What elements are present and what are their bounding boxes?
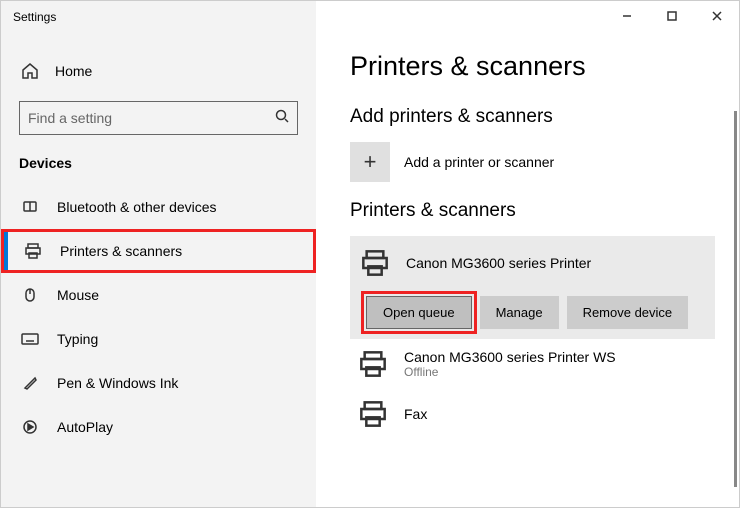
add-section-heading: Add printers & scanners xyxy=(350,106,715,128)
printer-item[interactable]: Fax xyxy=(350,389,715,439)
sidebar-item-bluetooth[interactable]: Bluetooth & other devices xyxy=(1,185,316,229)
printer-name: Canon MG3600 series Printer WS xyxy=(404,349,616,365)
sidebar-item-printers[interactable]: Printers & scanners xyxy=(1,229,316,273)
main-content: Printers & scanners Add printers & scann… xyxy=(316,1,739,507)
scrollbar[interactable] xyxy=(734,111,737,487)
sidebar: Home Devices Bluetooth & other devices P… xyxy=(1,1,316,507)
keyboard-icon xyxy=(21,330,39,348)
printer-icon xyxy=(358,246,392,280)
search-input[interactable] xyxy=(28,110,275,126)
sidebar-item-label: Mouse xyxy=(57,287,99,303)
sidebar-item-autoplay[interactable]: AutoPlay xyxy=(1,405,316,449)
sidebar-item-mouse[interactable]: Mouse xyxy=(1,273,316,317)
printer-item-selected[interactable]: Canon MG3600 series Printer Open queue M… xyxy=(350,236,715,339)
printers-section-heading: Printers & scanners xyxy=(350,200,715,222)
page-title: Printers & scanners xyxy=(350,51,715,82)
sidebar-item-label: Pen & Windows Ink xyxy=(57,375,178,391)
add-printer-label: Add a printer or scanner xyxy=(404,154,554,170)
bluetooth-icon xyxy=(21,198,39,216)
sidebar-item-label: AutoPlay xyxy=(57,419,113,435)
sidebar-item-typing[interactable]: Typing xyxy=(1,317,316,361)
add-printer-row[interactable]: + Add a printer or scanner xyxy=(350,142,715,182)
autoplay-icon xyxy=(21,418,39,436)
printer-icon xyxy=(356,397,390,431)
remove-device-button[interactable]: Remove device xyxy=(567,296,689,329)
window-title: Settings xyxy=(13,10,56,24)
home-icon xyxy=(21,62,39,80)
plus-icon: + xyxy=(350,142,390,182)
pen-icon xyxy=(21,374,39,392)
sidebar-item-label: Printers & scanners xyxy=(60,243,182,259)
sidebar-item-label: Typing xyxy=(57,331,98,347)
open-queue-button[interactable]: Open queue xyxy=(366,296,472,329)
home-link[interactable]: Home xyxy=(1,51,316,91)
manage-button[interactable]: Manage xyxy=(480,296,559,329)
printer-name: Canon MG3600 series Printer xyxy=(406,255,591,271)
printer-icon xyxy=(356,347,390,381)
search-box[interactable] xyxy=(19,101,298,135)
printer-status: Offline xyxy=(404,365,616,379)
printer-icon xyxy=(24,242,42,260)
mouse-icon xyxy=(21,286,39,304)
search-icon xyxy=(275,109,289,128)
sidebar-item-pen[interactable]: Pen & Windows Ink xyxy=(1,361,316,405)
printer-actions: Open queue Manage Remove device xyxy=(358,296,707,329)
sidebar-item-label: Bluetooth & other devices xyxy=(57,199,217,215)
category-heading: Devices xyxy=(1,155,316,185)
home-label: Home xyxy=(55,63,92,79)
printer-item[interactable]: Canon MG3600 series Printer WS Offline xyxy=(350,339,715,389)
printer-name: Fax xyxy=(404,406,427,422)
